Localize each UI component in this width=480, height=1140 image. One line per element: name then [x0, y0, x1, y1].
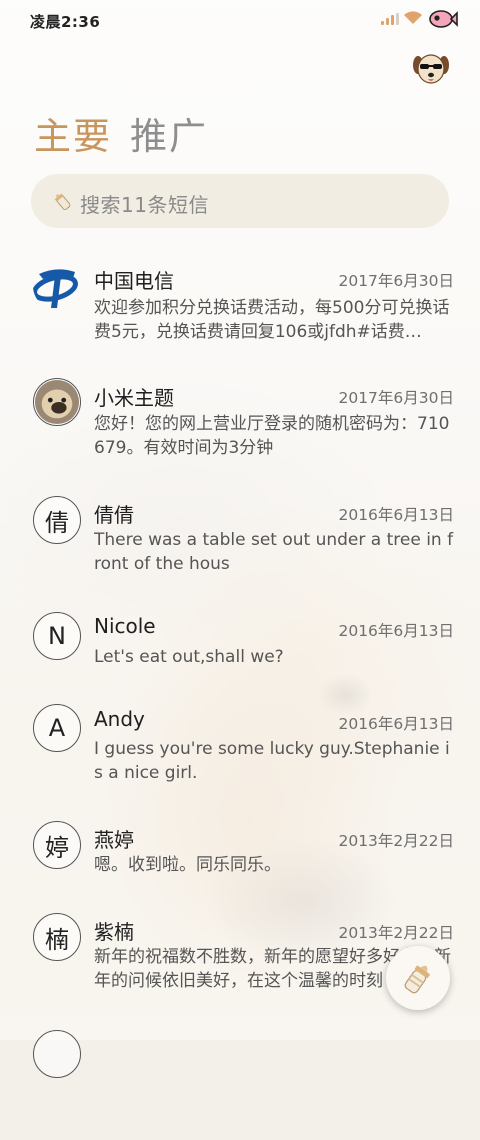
message-date: 2016年6月13日: [338, 506, 454, 524]
contact-avatar: 婷: [33, 821, 81, 869]
contact-name: 紫楠: [94, 920, 134, 944]
contact-name: 中国电信: [94, 269, 174, 293]
contact-name: 倩倩: [94, 503, 134, 527]
list-item[interactable]: A Andy 2016年6月13日 I guess you're some lu…: [0, 704, 480, 814]
message-preview: Let's eat out,shall we?: [94, 647, 284, 667]
contact-avatar: A: [33, 704, 81, 752]
message-date: 2016年6月13日: [338, 715, 454, 733]
list-item[interactable]: 倩 倩倩 2016年6月13日 There was a table set ou…: [0, 494, 480, 604]
message-date: 2017年6月30日: [338, 272, 454, 290]
wifi-icon: [404, 11, 422, 24]
pug-photo-avatar: [33, 378, 81, 426]
contact-avatar: [33, 1030, 81, 1078]
message-date: 2013年2月22日: [338, 924, 454, 942]
search-input[interactable]: 搜索11条短信: [80, 189, 209, 218]
contact-name: 燕婷: [94, 828, 134, 852]
profile-avatar-dog-icon[interactable]: [412, 52, 450, 86]
message-date: 2016年6月13日: [338, 622, 454, 640]
contact-name: Nicole: [94, 614, 156, 638]
compose-button[interactable]: [386, 946, 450, 1010]
contact-name: 小米主题: [94, 386, 174, 410]
message-preview: 您好！您的网上营业厅登录的随机密码为：710679。有效时间为3分钟: [94, 414, 450, 458]
china-telecom-logo: [33, 269, 78, 308]
contact-name: Andy: [94, 707, 145, 731]
list-item[interactable]: 中国电信 2017年6月30日 欢迎参加积分兑换话费活动，每500分可兑换话费5…: [0, 258, 480, 368]
list-item[interactable]: 小米主题 2017年6月30日 您好！您的网上营业厅登录的随机密码为：71067…: [0, 375, 480, 485]
search-bar[interactable]: 搜索11条短信: [31, 174, 449, 228]
message-date: 2013年2月22日: [338, 832, 454, 850]
signal-icon: [381, 13, 399, 25]
status-bar: 凌晨2:36: [0, 0, 480, 40]
message-preview: 欢迎参加积分兑换话费活动，每500分可兑换话费5元，兑换话费请回复106或jfd…: [94, 298, 450, 342]
contact-avatar: 倩: [33, 496, 81, 544]
message-date: 2017年6月30日: [338, 389, 454, 407]
tab-main[interactable]: 主要: [34, 115, 112, 158]
status-time: 凌晨2:36: [30, 13, 101, 31]
list-item[interactable]: [0, 1030, 480, 1140]
category-tabs: 主要 推广: [34, 106, 208, 160]
contact-avatar: N: [33, 612, 81, 660]
feeding-bottle-icon: [54, 193, 71, 210]
battery-fish-icon: [429, 10, 458, 28]
tab-promo[interactable]: 推广: [130, 115, 208, 158]
feeding-bottle-icon: [404, 965, 430, 994]
message-preview: There was a table set out under a tree i…: [94, 530, 454, 574]
message-preview: 嗯。收到啦。同乐同乐。: [94, 855, 281, 875]
contact-avatar: 楠: [33, 913, 81, 961]
message-preview: I guess you're some lucky guy.Stephanie …: [94, 739, 450, 783]
